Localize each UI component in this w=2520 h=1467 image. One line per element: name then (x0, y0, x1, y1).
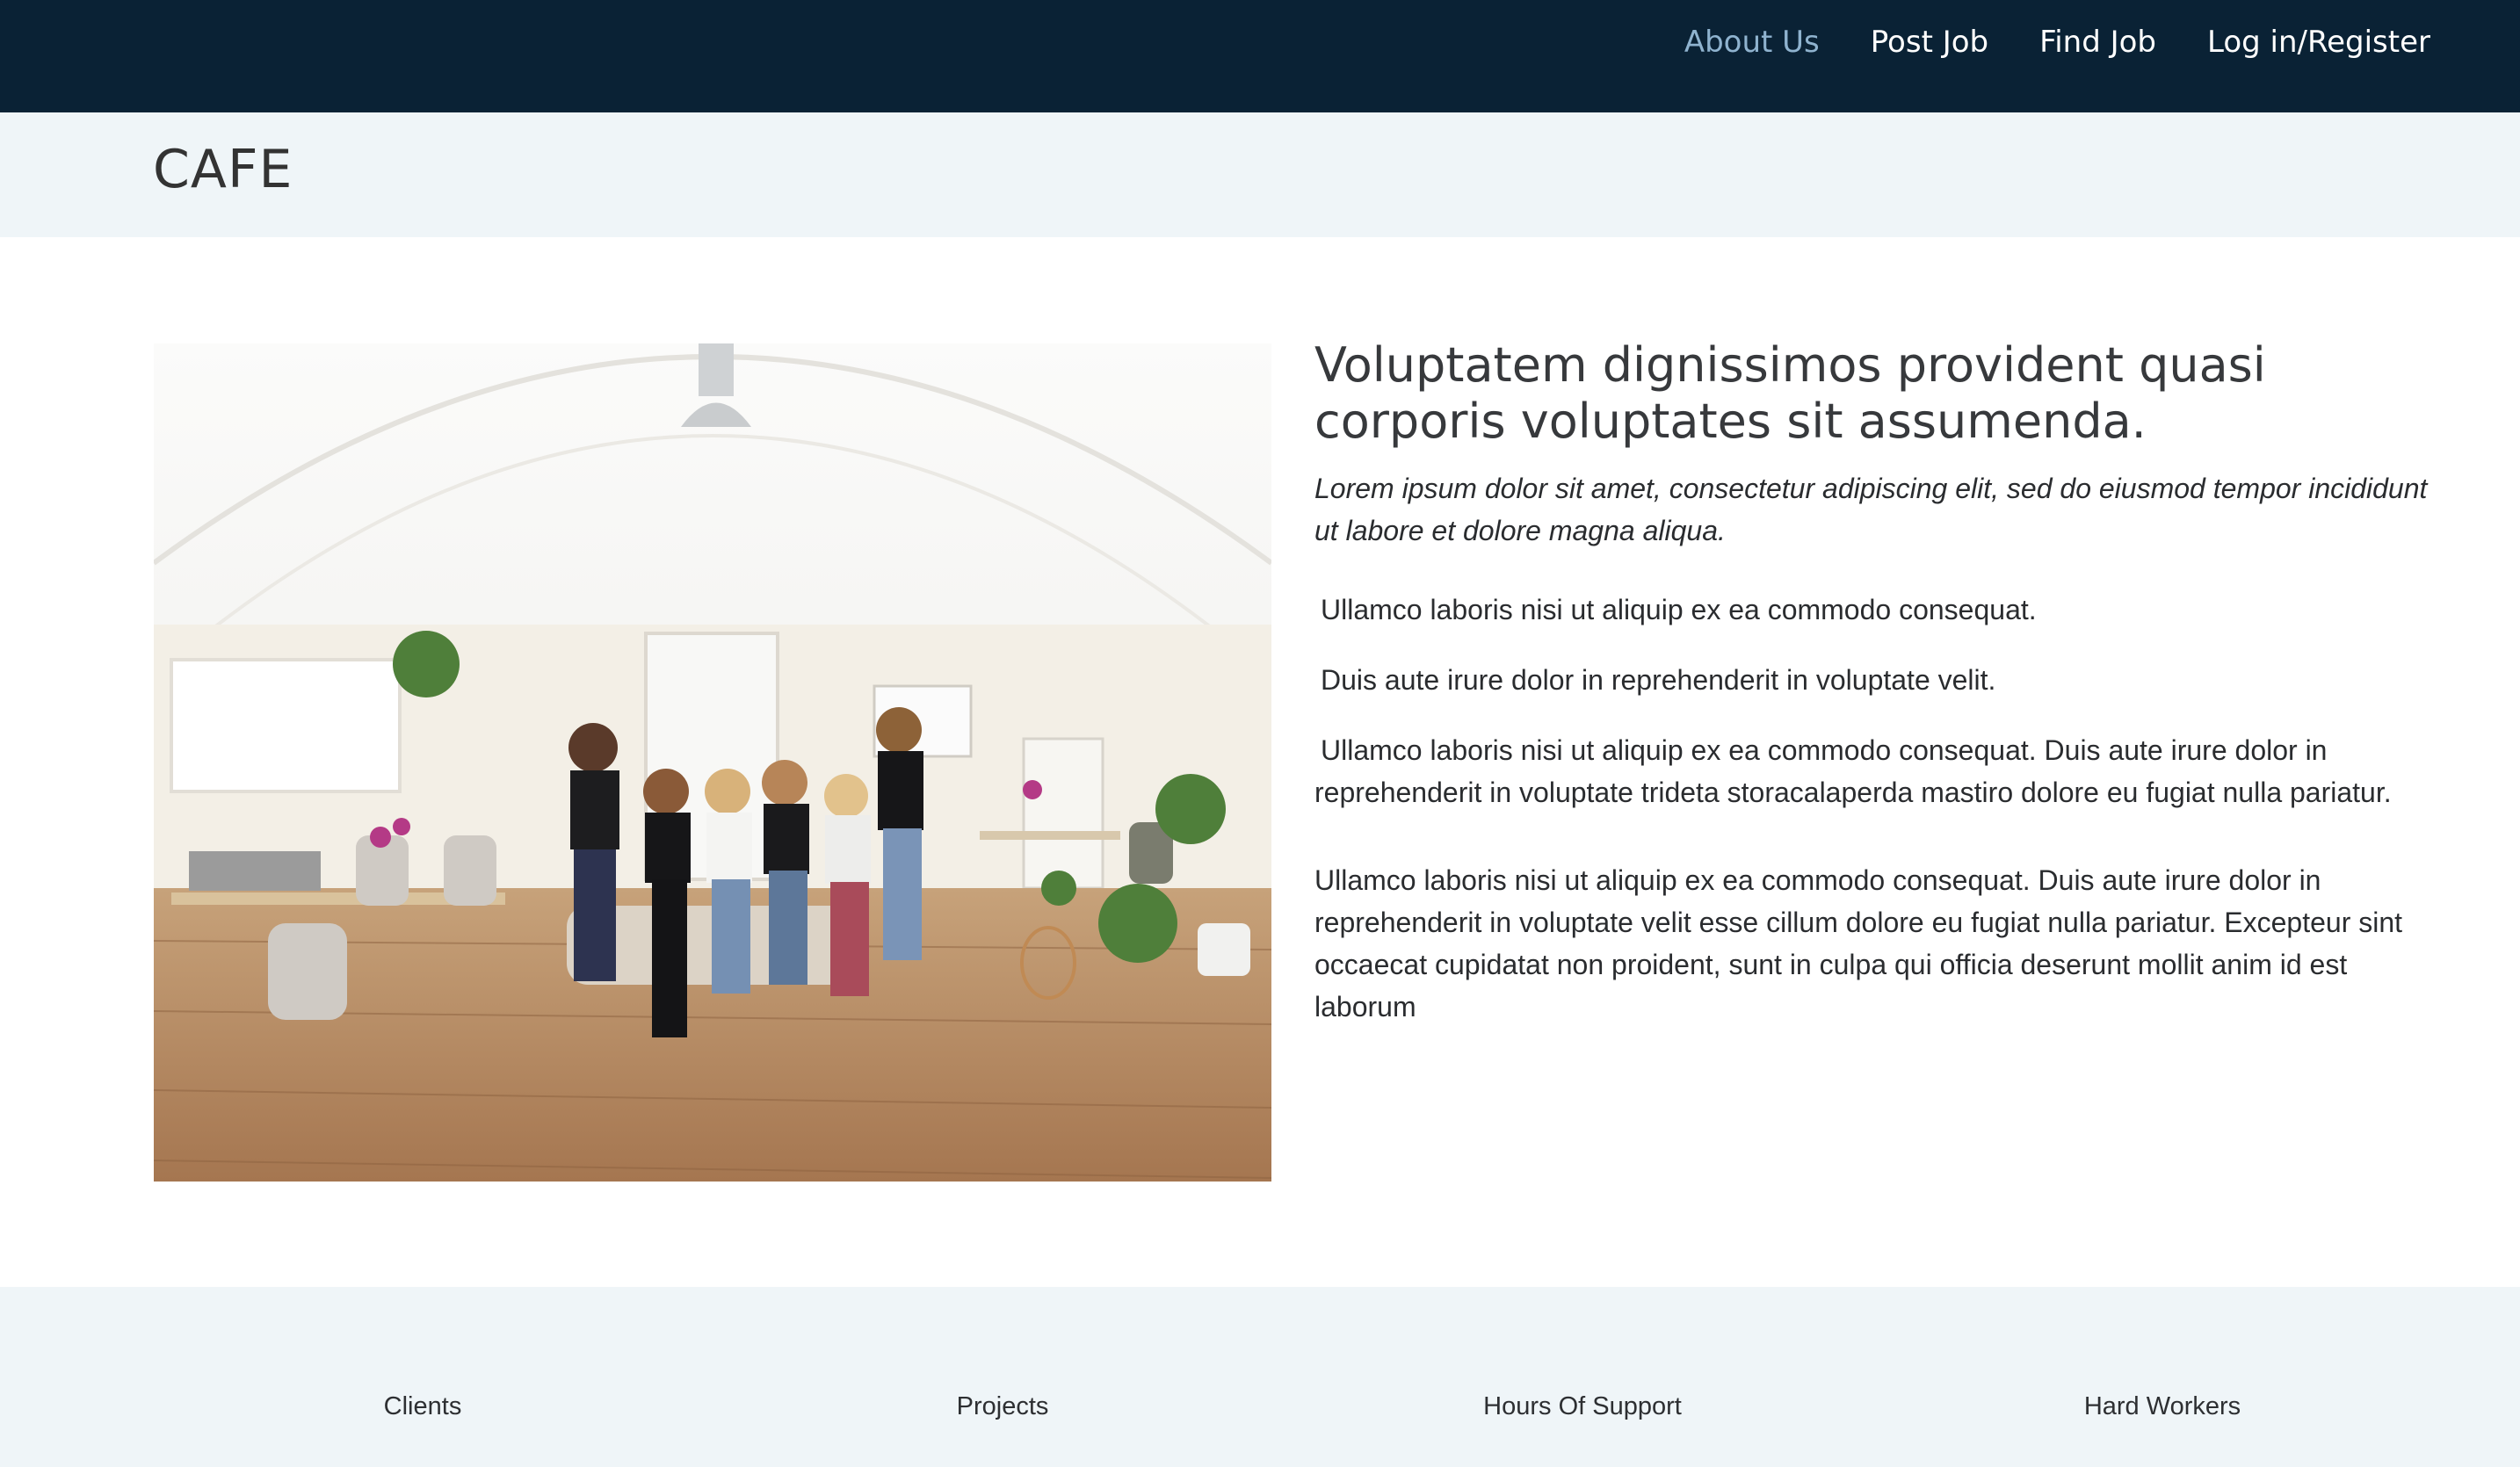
nav-link-login-register[interactable]: Log in/Register (2207, 25, 2430, 60)
about-content: Voluptatem dignissimos provident quasi c… (1314, 337, 2441, 1028)
nav-link-about-us[interactable]: About Us (1684, 25, 1820, 60)
nav-link-post-job[interactable]: Post Job (1871, 25, 1988, 60)
main-nav: About Us Post Job Find Job Log in/Regist… (1684, 0, 2430, 83)
content-paragraph-1: Ullamco laboris nisi ut aliquip ex ea co… (1321, 594, 2037, 625)
content-paragraph-3: Ullamco laboris nisi ut aliquip ex ea co… (1314, 729, 2441, 813)
page-title: CAFE (153, 139, 293, 200)
stat-label-projects: Projects (956, 1392, 1049, 1420)
content-paragraph-4: Ullamco laboris nisi ut aliquip ex ea co… (1314, 864, 2403, 1023)
stats-section: Clients Projects Hours Of Support Hard W… (0, 1287, 2520, 1467)
content-lead: Lorem ipsum dolor sit amet, consectetur … (1314, 473, 2428, 546)
stat-label-hours-of-support: Hours Of Support (1483, 1392, 1682, 1420)
breadcrumb-bar: CAFE (0, 112, 2520, 237)
content-heading: Voluptatem dignissimos provident quasi c… (1314, 337, 2266, 449)
stat-label-clients: Clients (383, 1392, 462, 1420)
cafe-team-photo (154, 343, 1271, 1182)
nav-link-find-job[interactable]: Find Job (2039, 25, 2156, 60)
stat-label-hard-workers: Hard Workers (2083, 1392, 2241, 1420)
content-paragraph-2: Duis aute irure dolor in reprehenderit i… (1321, 664, 1996, 696)
top-navbar: About Us Post Job Find Job Log in/Regist… (0, 0, 2520, 112)
content-paragraph-3-text: Ullamco laboris nisi ut aliquip ex ea co… (1314, 734, 2392, 808)
